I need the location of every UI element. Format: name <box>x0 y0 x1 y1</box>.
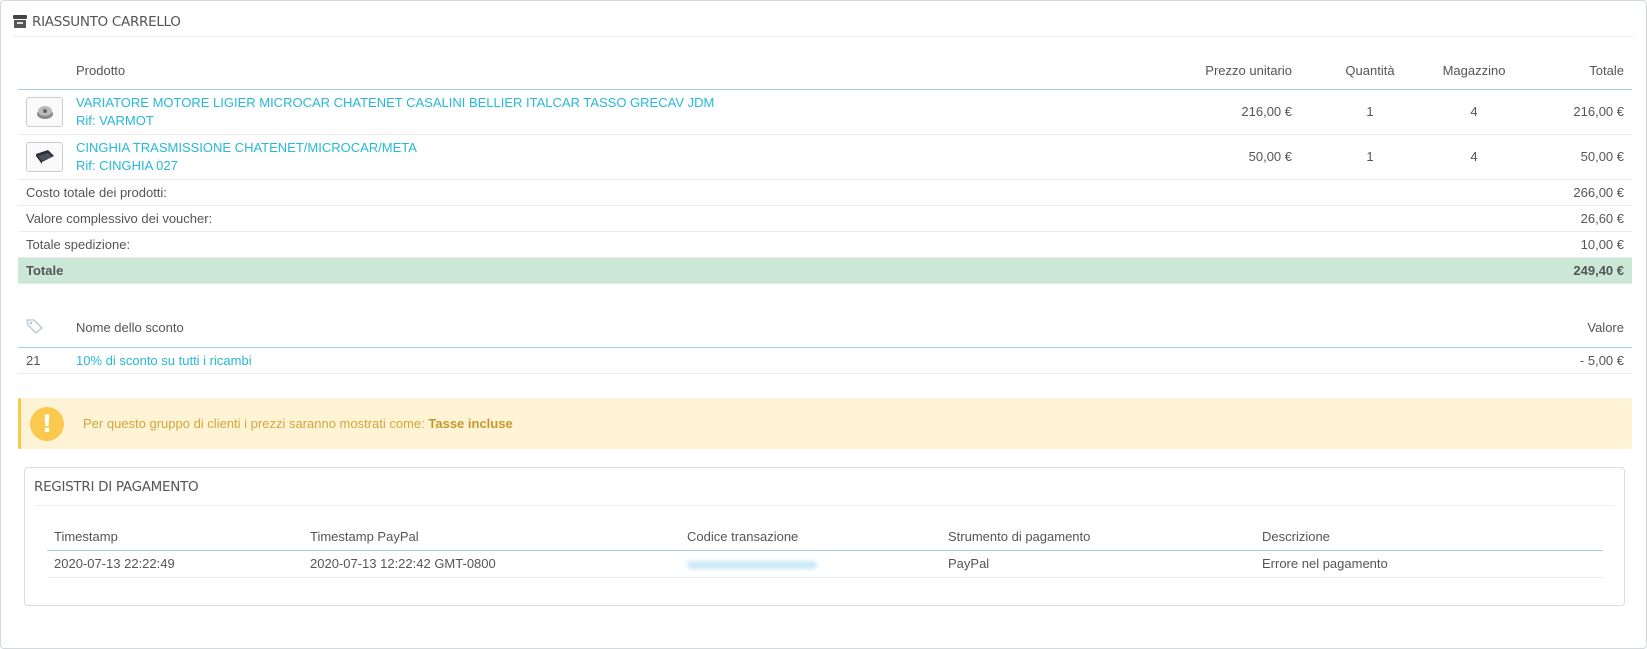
shipping-total-value: 10,00 € <box>1508 231 1632 258</box>
header-total: Totale <box>1508 53 1632 90</box>
discount-value: - 5,00 € <box>1275 347 1632 374</box>
product-quantity: 1 <box>1300 89 1440 135</box>
product-total: 216,00 € <box>1508 89 1632 135</box>
log-description: Errore nel pagamento <box>1255 550 1603 578</box>
alert-text: Per questo gruppo di clienti i prezzi sa… <box>83 416 429 431</box>
discounts-header-row: Nome dello sconto Valore <box>18 309 1632 348</box>
alert-emphasis: Tasse incluse <box>428 416 513 431</box>
header-timestamp: Timestamp <box>47 524 303 551</box>
products-total-label: Costo totale dei prodotti: <box>18 179 1508 206</box>
grand-total-value: 249,40 € <box>1508 257 1632 284</box>
product-name-link[interactable]: VARIATORE MOTORE LIGIER MICROCAR CHATENE… <box>76 95 714 110</box>
discounts-table: Nome dello sconto Valore 21 10% di scont… <box>18 309 1632 374</box>
grand-total-row: Totale 249,40 € <box>18 257 1632 284</box>
alert-message: Per questo gruppo di clienti i prezzi sa… <box>83 416 513 431</box>
redacted-transaction-code <box>687 560 817 569</box>
product-thumbnail[interactable] <box>26 141 63 172</box>
product-total: 50,00 € <box>1508 134 1632 180</box>
cart-summary-heading: RIASSUNTO CARRELLO <box>13 7 1634 37</box>
shipping-total-label: Totale spedizione: <box>18 231 1508 258</box>
header-discount-value: Valore <box>1275 309 1632 348</box>
product-ref-link[interactable]: Rif: VARMOT <box>76 113 154 128</box>
product-thumbnail[interactable] <box>26 96 63 127</box>
payment-logs-table: Timestamp Timestamp PayPal Codice transa… <box>47 524 1603 578</box>
product-name-link[interactable]: CINGHIA TRASMISSIONE CHATENET/MICROCAR/M… <box>76 140 417 155</box>
header-payment-method: Strumento di pagamento <box>941 524 1255 551</box>
grand-total-label: Totale <box>18 257 1508 284</box>
shipping-total-row: Totale spedizione: 10,00 € <box>18 231 1632 258</box>
header-quantity: Quantità <box>1300 53 1440 90</box>
payment-logs-title: REGISTRI DI PAGAMENTO <box>34 468 1615 506</box>
header-unit-price: Prezzo unitario <box>1140 53 1300 90</box>
vouchers-total-value: 26,60 € <box>1508 205 1632 232</box>
table-row: VARIATORE MOTORE LIGIER MICROCAR CHATENE… <box>18 89 1632 135</box>
product-stock: 4 <box>1440 134 1508 180</box>
log-timestamp: 2020-07-13 22:22:49 <box>47 550 303 578</box>
cart-summary-title: RIASSUNTO CARRELLO <box>32 13 181 30</box>
product-quantity: 1 <box>1300 134 1440 180</box>
cart-header-row: Prodotto Prezzo unitario Quantità Magazz… <box>18 53 1632 90</box>
archive-box-icon <box>13 15 27 28</box>
log-paypal-timestamp: 2020-07-13 12:22:42 GMT-0800 <box>303 550 680 578</box>
exclamation-icon: ! <box>30 406 64 441</box>
discount-name-link[interactable]: 10% di sconto su tutti i ricambi <box>76 353 252 368</box>
cart-summary-panel: RIASSUNTO CARRELLO Prodotto Prezzo unita… <box>0 0 1647 649</box>
header-stock: Magazzino <box>1440 53 1508 90</box>
products-total-row: Costo totale dei prodotti: 266,00 € <box>18 179 1632 206</box>
vouchers-total-label: Valore complessivo dei voucher: <box>18 205 1508 232</box>
table-row: 2020-07-13 22:22:49 2020-07-13 12:22:42 … <box>47 550 1603 578</box>
discount-id: 21 <box>18 347 76 374</box>
payment-header-row: Timestamp Timestamp PayPal Codice transa… <box>47 524 1603 551</box>
log-payment-method: PayPal <box>941 550 1255 578</box>
product-unit-price: 50,00 € <box>1140 134 1300 180</box>
header-product: Prodotto <box>76 53 1140 90</box>
table-row: 21 10% di sconto su tutti i ricambi - 5,… <box>18 347 1632 374</box>
header-transaction-code: Codice transazione <box>680 524 941 551</box>
product-stock: 4 <box>1440 89 1508 135</box>
tag-icon <box>26 319 43 335</box>
product-unit-price: 216,00 € <box>1140 89 1300 135</box>
products-total-value: 266,00 € <box>1508 179 1632 206</box>
table-row: CINGHIA TRASMISSIONE CHATENET/MICROCAR/M… <box>18 134 1632 180</box>
header-discount-name: Nome dello sconto <box>76 309 1276 348</box>
product-ref-link[interactable]: Rif: CINGHIA 027 <box>76 158 178 173</box>
vouchers-total-row: Valore complessivo dei voucher: 26,60 € <box>18 205 1632 232</box>
header-paypal-timestamp: Timestamp PayPal <box>303 524 680 551</box>
tax-info-alert: ! Per questo gruppo di clienti i prezzi … <box>18 398 1632 449</box>
log-transaction-code <box>680 550 941 578</box>
belt-thumbnail-icon <box>35 149 54 164</box>
payment-logs-panel: REGISTRI DI PAGAMENTO Timestamp Timestam… <box>24 467 1625 606</box>
header-description: Descrizione <box>1255 524 1603 551</box>
cart-products-table: Prodotto Prezzo unitario Quantità Magazz… <box>18 53 1632 284</box>
variator-thumbnail-icon <box>36 105 53 119</box>
